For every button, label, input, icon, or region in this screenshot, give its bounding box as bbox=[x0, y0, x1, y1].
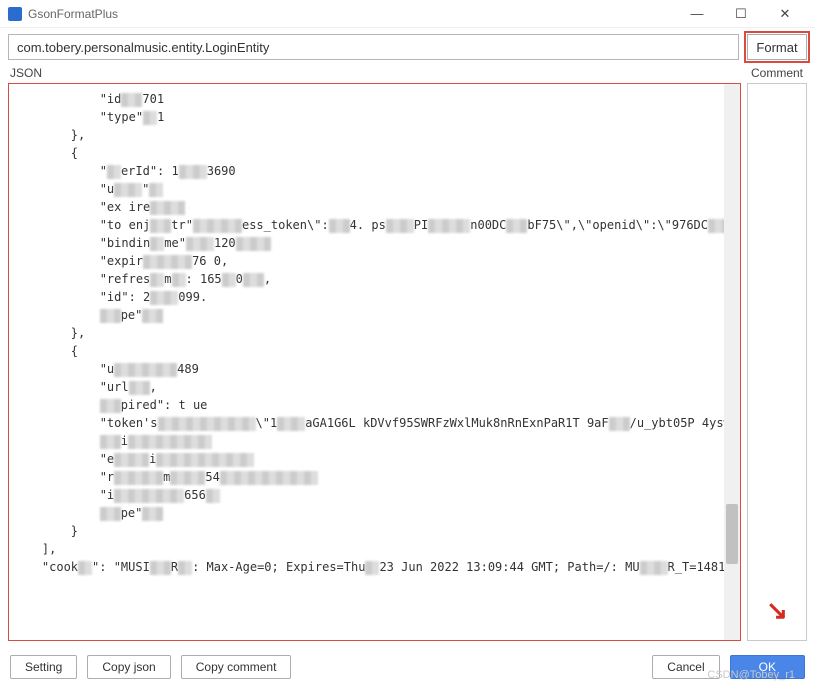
copy-json-button[interactable]: Copy json bbox=[87, 655, 170, 679]
json-line: "expir 76 0, bbox=[13, 252, 736, 270]
json-line: "u " bbox=[13, 180, 736, 198]
top-toolbar: Format bbox=[0, 28, 815, 64]
json-line: pe" bbox=[13, 504, 736, 522]
titlebar: GsonFormatPlus — ☐ ✕ bbox=[0, 0, 815, 28]
scrollbar-thumb[interactable] bbox=[726, 504, 738, 564]
footer-toolbar: Setting Copy json Copy comment Cancel OK bbox=[0, 647, 815, 687]
json-line: pe" bbox=[13, 306, 736, 324]
json-line: { bbox=[13, 144, 736, 162]
setting-button[interactable]: Setting bbox=[10, 655, 77, 679]
json-line: }, bbox=[13, 324, 736, 342]
main-area: "id 701 "type" 1 }, { " erId": 1 3690 "u… bbox=[0, 83, 815, 647]
json-line: "bindin me" 120 bbox=[13, 234, 736, 252]
json-content[interactable]: "id 701 "type" 1 }, { " erId": 1 3690 "u… bbox=[13, 90, 736, 576]
ok-button[interactable]: OK bbox=[730, 655, 805, 679]
json-line: i bbox=[13, 432, 736, 450]
pane-labels: JSON Comment bbox=[0, 64, 815, 83]
maximize-button[interactable]: ☐ bbox=[719, 1, 763, 27]
json-line: "ex ire bbox=[13, 198, 736, 216]
json-line: "id": 2 099. bbox=[13, 288, 736, 306]
entity-class-input[interactable] bbox=[8, 34, 739, 60]
json-line: "type" 1 bbox=[13, 108, 736, 126]
arrow-icon: ↘ bbox=[766, 595, 788, 626]
json-line: "refres m : 165 0 , bbox=[13, 270, 736, 288]
json-line: "to enj tr" ess_token\": 4. ps PI n00DC … bbox=[13, 216, 736, 234]
window-controls: — ☐ ✕ bbox=[675, 1, 807, 27]
json-line: "cook ": "MUSI R : Max-Age=0; Expires=Th… bbox=[13, 558, 736, 576]
json-line: { bbox=[13, 342, 736, 360]
copy-comment-button[interactable]: Copy comment bbox=[181, 655, 292, 679]
app-icon bbox=[8, 7, 22, 21]
json-line: "i 656 bbox=[13, 486, 736, 504]
format-button[interactable]: Format bbox=[747, 34, 807, 60]
comment-pane[interactable]: ↘ bbox=[747, 83, 807, 641]
json-line: "u 489 bbox=[13, 360, 736, 378]
json-line: "token's \"1 aGA1G6L kDVvf95SWRFzWxlMuk8… bbox=[13, 414, 736, 432]
json-line: } bbox=[13, 522, 736, 540]
json-line: "id 701 bbox=[13, 90, 736, 108]
json-line: pired": t ue bbox=[13, 396, 736, 414]
json-pane[interactable]: "id 701 "type" 1 }, { " erId": 1 3690 "u… bbox=[8, 83, 741, 641]
json-line: " erId": 1 3690 bbox=[13, 162, 736, 180]
json-line: "r m 54 bbox=[13, 468, 736, 486]
json-scrollbar[interactable] bbox=[724, 84, 740, 640]
json-label: JSON bbox=[10, 66, 751, 80]
json-line: }, bbox=[13, 126, 736, 144]
minimize-button[interactable]: — bbox=[675, 1, 719, 27]
json-line: "e i bbox=[13, 450, 736, 468]
cancel-button[interactable]: Cancel bbox=[652, 655, 719, 679]
window-title: GsonFormatPlus bbox=[28, 7, 118, 21]
close-button[interactable]: ✕ bbox=[763, 1, 807, 27]
json-line: "url , bbox=[13, 378, 736, 396]
json-line: ], bbox=[13, 540, 736, 558]
comment-label: Comment bbox=[751, 66, 803, 80]
